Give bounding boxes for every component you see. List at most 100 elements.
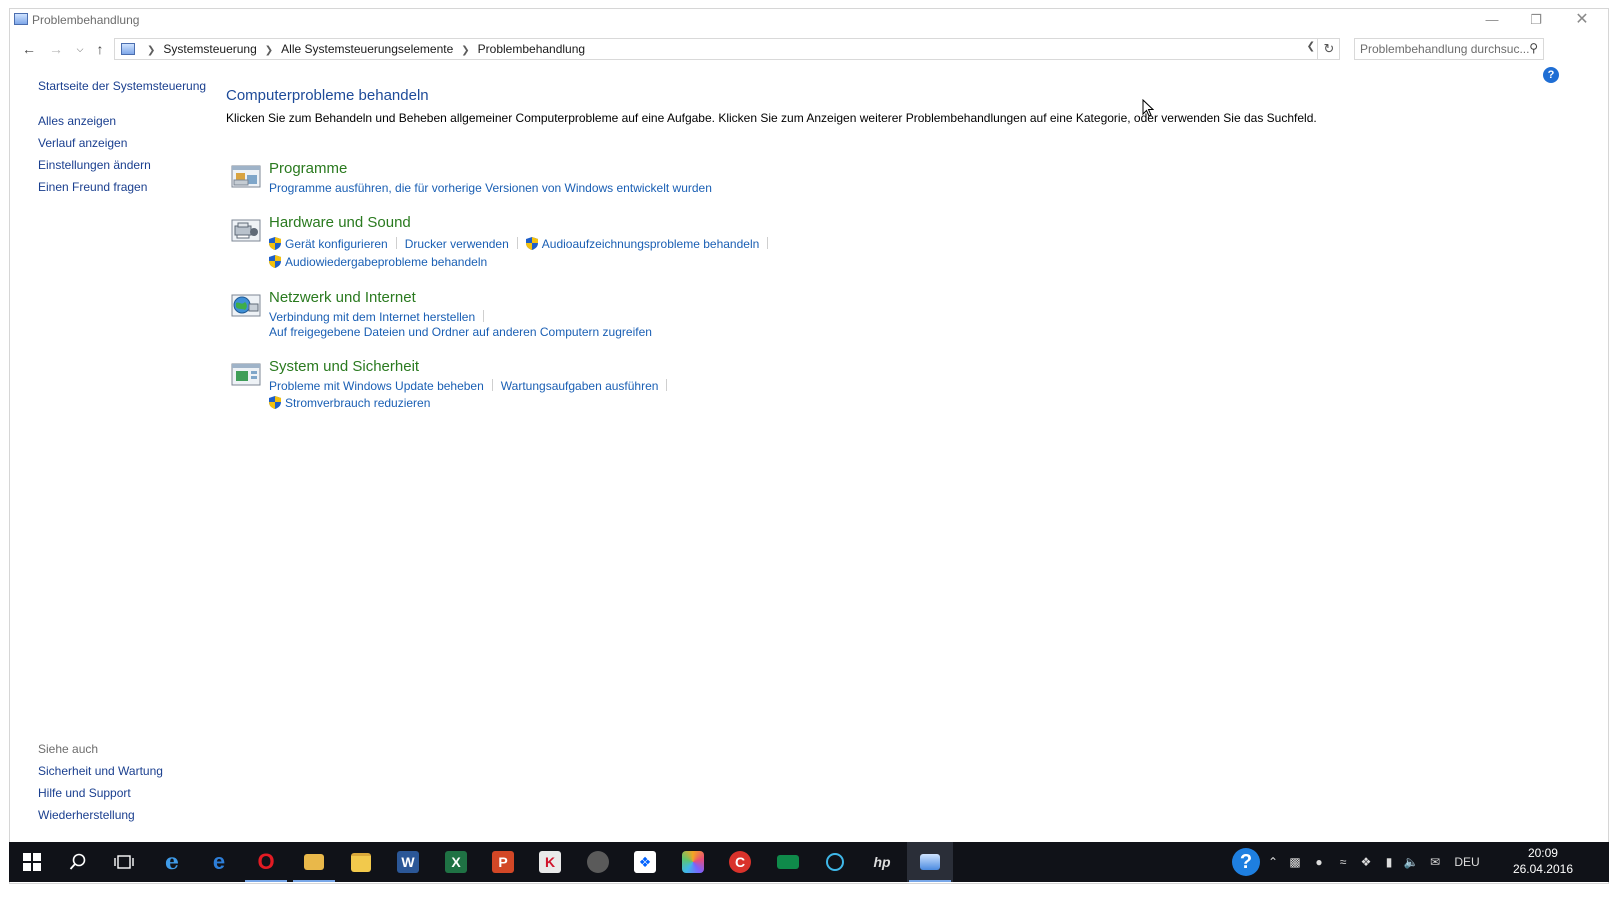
task-view-button[interactable] xyxy=(101,842,147,882)
sidebar-link-ask-friend[interactable]: Einen Freund fragen xyxy=(38,180,147,194)
network-internet-icon[interactable] xyxy=(231,292,261,318)
address-dropdown-chevron-icon[interactable]: ❮ xyxy=(1307,41,1315,52)
task-configure-device[interactable]: Gerät konfigurieren xyxy=(269,237,388,251)
task-internet-connection[interactable]: Verbindung mit dem Internet herstellen xyxy=(269,310,475,324)
task-separator xyxy=(767,237,769,249)
help-icon[interactable]: ? xyxy=(1543,67,1559,83)
taskbar-hp[interactable]: hp xyxy=(859,842,905,882)
taskbar-word[interactable]: W xyxy=(385,842,431,882)
taskbar-excel[interactable]: X xyxy=(433,842,479,882)
control-panel-icon xyxy=(121,43,135,55)
taskbar-photos[interactable] xyxy=(670,842,716,882)
see-also-link-help[interactable]: Hilfe und Support xyxy=(38,786,131,800)
taskbar-opera[interactable]: O xyxy=(243,842,289,882)
clock-date: 26.04.2016 xyxy=(1512,862,1573,876)
tray-app-circle-icon[interactable]: ● xyxy=(1309,842,1329,882)
page-title: Computerprobleme behandeln xyxy=(226,87,429,104)
hardware-sound-icon[interactable] xyxy=(231,217,261,243)
forward-arrow-icon[interactable]: → xyxy=(46,39,66,59)
taskbar-games[interactable] xyxy=(575,842,621,882)
task-audio-playback[interactable]: Audiowiedergabeprobleme behandeln xyxy=(269,255,487,269)
taskbar-cortana[interactable] xyxy=(812,842,858,882)
taskbar-edge[interactable]: e xyxy=(196,842,242,882)
task-label: Programme ausführen, die für vorherige V… xyxy=(269,181,712,195)
task-maintenance[interactable]: Wartungsaufgaben ausführen xyxy=(501,379,659,393)
category-title-hardware-sound[interactable]: Hardware und Sound xyxy=(269,214,411,231)
taskbar-control-panel[interactable] xyxy=(907,842,953,882)
taskbar-ccleaner[interactable]: C xyxy=(717,842,763,882)
sidebar-link-history[interactable]: Verlauf anzeigen xyxy=(38,136,127,150)
shield-icon xyxy=(525,237,538,250)
clock[interactable]: 20:09 26.04.2016 xyxy=(1513,845,1573,877)
task-label: Gerät konfigurieren xyxy=(285,237,388,251)
message-icon[interactable]: ✉ xyxy=(1425,842,1445,882)
task-windows-update[interactable]: Probleme mit Windows Update beheben xyxy=(269,379,484,393)
taskbar-dropbox[interactable]: ❖ xyxy=(622,842,668,882)
task-shared-folders[interactable]: Auf freigegebene Dateien und Ordner auf … xyxy=(269,325,652,339)
task-label: Audiowiedergabeprobleme behandeln xyxy=(285,255,488,269)
shield-icon xyxy=(269,396,281,409)
sidebar-link-settings[interactable]: Einstellungen ändern xyxy=(38,158,151,172)
wifi-icon[interactable]: ≈ xyxy=(1333,842,1353,882)
task-separator xyxy=(395,237,397,249)
title-bar: Problembehandlung — ❐ ✕ xyxy=(10,9,1608,31)
see-also-link-recovery[interactable]: Wiederherstellung xyxy=(38,808,135,822)
back-arrow-icon[interactable]: ← xyxy=(19,39,39,59)
category-title-system-security[interactable]: System und Sicherheit xyxy=(269,358,419,375)
system-security-icon[interactable] xyxy=(231,361,261,387)
task-label: Audioaufzeichnungsprobleme behandeln xyxy=(541,237,760,251)
task-line: Auf freigegebene Dateien und Ordner auf … xyxy=(269,325,652,339)
programs-icon[interactable] xyxy=(231,163,261,189)
see-also-link-security[interactable]: Sicherheit und Wartung xyxy=(38,764,163,778)
breadcrumb-systemsteuerung[interactable]: Systemsteuerung xyxy=(163,42,256,56)
help-icon: ? xyxy=(1232,848,1260,876)
minimize-button[interactable]: — xyxy=(1470,9,1514,31)
sidebar-link-show-all[interactable]: Alles anzeigen xyxy=(38,114,116,128)
start-button[interactable] xyxy=(9,842,55,882)
task-power-usage[interactable]: Stromverbrauch reduzieren xyxy=(269,396,430,410)
recent-locations-chevron-icon[interactable]: ⌵ xyxy=(70,39,90,59)
tray-help[interactable]: ? xyxy=(1228,842,1264,882)
taskbar-internet-explorer[interactable]: e xyxy=(149,842,195,882)
task-line: Stromverbrauch reduzieren xyxy=(269,396,430,410)
volume-muted-icon[interactable]: 🔈 xyxy=(1401,842,1421,882)
refresh-icon[interactable]: ↻ xyxy=(1317,39,1340,59)
task-label: Drucker verwenden xyxy=(404,237,509,251)
up-arrow-icon[interactable]: ↑ xyxy=(90,39,110,59)
task-audio-recording[interactable]: Audioaufzeichnungsprobleme behandeln xyxy=(525,237,760,251)
kaspersky-icon: K xyxy=(539,851,561,873)
taskbar-file-explorer[interactable] xyxy=(338,842,384,882)
search-icon[interactable]: ⚲ xyxy=(1529,41,1538,55)
game-controller-icon xyxy=(587,851,609,873)
taskbar-mail[interactable] xyxy=(291,842,337,882)
sidebar-link-home[interactable]: Startseite der Systemsteuerung xyxy=(38,79,206,93)
taskbar-powerpoint[interactable]: P xyxy=(480,842,526,882)
category-title-network-internet[interactable]: Netzwerk und Internet xyxy=(269,289,416,306)
restore-button[interactable]: ❐ xyxy=(1514,9,1558,31)
task-use-printer[interactable]: Drucker verwenden xyxy=(405,237,509,251)
address-bar[interactable]: ❯ Systemsteuerung ❯ Alle Systemsteuerungsel… xyxy=(114,38,1340,60)
clock-time: 20:09 xyxy=(1527,846,1558,860)
language-indicator[interactable]: DEU xyxy=(1452,842,1482,882)
task-label: Probleme mit Windows Update beheben xyxy=(269,379,484,393)
taskbar-money[interactable] xyxy=(765,842,811,882)
breadcrumb-problembehandlung[interactable]: Problembehandlung xyxy=(478,42,585,56)
chevron-right-icon[interactable]: ❯ xyxy=(265,45,273,56)
close-button[interactable]: ✕ xyxy=(1560,9,1604,31)
battery-icon[interactable]: ▮ xyxy=(1379,842,1399,882)
task-run-old-programs[interactable]: Programme ausführen, die für vorherige V… xyxy=(269,181,712,195)
search-placeholder: Problembehandlung durchsuc... xyxy=(1360,42,1530,56)
tray-expand-chevron-icon[interactable]: ⌃ xyxy=(1266,842,1280,882)
tray-device-icon[interactable]: ▩ xyxy=(1285,842,1305,882)
window-title: Problembehandlung xyxy=(32,13,140,27)
search-input[interactable]: Problembehandlung durchsuc... ⚲ xyxy=(1354,38,1544,60)
taskbar-kaspersky[interactable]: K xyxy=(527,842,573,882)
search-taskbar-button[interactable] xyxy=(55,842,101,882)
category-title-programs[interactable]: Programme xyxy=(269,160,347,177)
notification-icon[interactable] xyxy=(1587,852,1603,868)
word-icon: W xyxy=(397,851,419,873)
breadcrumb-alle-elemente[interactable]: Alle Systemsteuerungselemente xyxy=(281,42,453,56)
chevron-right-icon[interactable]: ❯ xyxy=(147,45,155,56)
chevron-right-icon[interactable]: ❯ xyxy=(461,45,469,56)
tray-dropbox-icon[interactable]: ❖ xyxy=(1356,842,1376,882)
